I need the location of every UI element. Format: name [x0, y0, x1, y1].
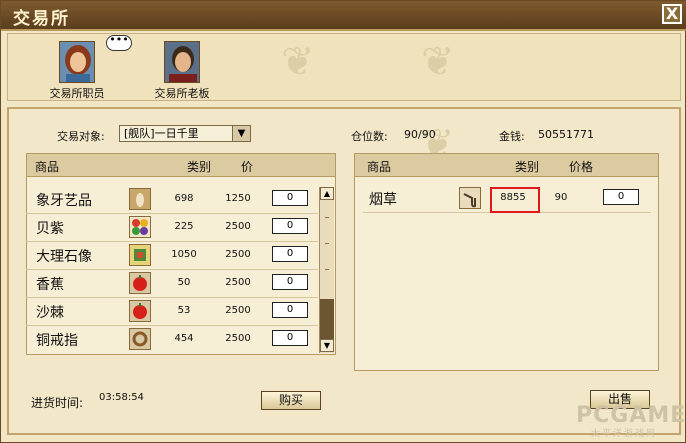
goods-price: 1250: [225, 193, 251, 204]
target-select[interactable]: [舰队]一日千里 ▼: [119, 125, 251, 142]
money-value: 50551771: [538, 128, 594, 141]
goods-type: 1050: [171, 249, 197, 260]
window-title: 交易所: [13, 9, 70, 29]
goods-name: 象牙艺品: [36, 193, 92, 209]
character-clerk[interactable]: 交易所职员: [45, 41, 109, 101]
scroll-notch: [325, 269, 329, 270]
ornament-icon: ❦: [281, 39, 315, 85]
goods-type: 698: [174, 193, 194, 204]
goods-price: 2500: [225, 277, 251, 288]
qty-input[interactable]: 0: [272, 218, 308, 234]
goods-type: 454: [174, 333, 194, 344]
goods-row[interactable]: 贝紫 225 2500 0: [26, 213, 318, 242]
target-value: [舰队]一日千里: [124, 127, 199, 140]
goods-row[interactable]: 铜戒指 454 2500 0: [26, 325, 318, 353]
qty-input[interactable]: 0: [272, 246, 308, 262]
chevron-down-icon[interactable]: ▼: [232, 126, 250, 141]
pipe-icon: [459, 187, 481, 209]
statue-icon: [129, 244, 151, 266]
qty-input[interactable]: 0: [272, 190, 308, 206]
watermark-sub: 太平洋游戏网: [591, 429, 658, 439]
speech-bubble-icon: •••: [106, 34, 132, 51]
market-goods-list: 象牙艺品 698 1250 0 贝紫 225 2500 0 大理石像 1050 …: [26, 185, 318, 353]
title-bar: 交易所 X: [1, 1, 686, 31]
col-name: 商品: [35, 160, 60, 174]
scroll-notch: [325, 243, 329, 244]
market-goods-header: 商品 类别 价: [27, 154, 335, 177]
goods-type: 225: [174, 221, 194, 232]
goods-name: 贝紫: [36, 221, 64, 237]
watermark-logo: PCGAMES: [576, 403, 686, 428]
close-button[interactable]: X: [662, 4, 682, 24]
goods-type: 53: [177, 305, 191, 316]
col-type: 类别: [515, 160, 540, 174]
goods-type: 50: [177, 277, 191, 288]
time-value: 03:58:54: [99, 392, 144, 403]
goods-price: 2500: [225, 249, 251, 260]
scroll-notch: [325, 217, 329, 218]
goods-name: 香蕉: [36, 277, 64, 293]
qty-input[interactable]: 0: [272, 330, 308, 346]
hold-value: 90/90: [404, 128, 436, 141]
cargo-price: 90: [554, 192, 568, 203]
cargo-header: 商品 类别 价格: [355, 154, 658, 177]
clerk-label: 交易所职员: [49, 87, 105, 100]
scroll-down-icon[interactable]: ▼: [320, 339, 334, 352]
goods-row[interactable]: 象牙艺品 698 1250 0: [26, 185, 318, 214]
goods-row[interactable]: 沙棘 53 2500 0: [26, 297, 318, 326]
time-label: 进货时间:: [31, 396, 84, 410]
goods-name: 沙棘: [36, 305, 64, 321]
ring-icon: [129, 328, 151, 350]
cargo-name: 烟草: [369, 192, 397, 208]
fruit-icon: [129, 300, 151, 322]
qty-input[interactable]: 0: [272, 302, 308, 318]
qty-input[interactable]: 0: [603, 189, 639, 205]
ornament-icon: ❦: [421, 39, 455, 85]
goods-price: 2500: [225, 305, 251, 316]
character-boss[interactable]: 交易所老板: [147, 41, 217, 101]
hold-label: 仓位数:: [351, 130, 388, 143]
exchange-window: 交易所 X ❦ ❦ 交易所职员 ••• 交易所老板 ❦ 交易对象: [舰队]一日…: [0, 0, 686, 443]
boss-portrait-icon: [164, 41, 200, 83]
boss-label: 交易所老板: [154, 87, 210, 100]
qty-input[interactable]: 0: [272, 274, 308, 290]
clerk-portrait-icon: [59, 41, 95, 83]
cargo-panel: 商品 类别 价格 烟草 8855 90 0: [354, 153, 659, 371]
target-label: 交易对象:: [57, 130, 105, 143]
scroll-thumb[interactable]: [320, 299, 334, 339]
col-price: 价格: [569, 160, 594, 174]
fruit-icon: [129, 272, 151, 294]
buy-button[interactable]: 购买: [261, 391, 321, 410]
goods-name: 铜戒指: [36, 333, 78, 349]
goods-name: 大理石像: [36, 249, 92, 265]
market-scrollbar[interactable]: ▲ ▼: [319, 187, 334, 353]
goods-price: 2500: [225, 333, 251, 344]
scroll-up-icon[interactable]: ▲: [320, 187, 334, 200]
money-label: 金钱:: [499, 130, 525, 143]
goods-row[interactable]: 香蕉 50 2500 0: [26, 269, 318, 298]
col-price: 价: [241, 160, 254, 174]
col-type: 类别: [187, 160, 212, 174]
goods-row[interactable]: 大理石像 1050 2500 0: [26, 241, 318, 270]
dye-icon: [129, 216, 151, 238]
col-name: 商品: [367, 160, 392, 174]
ivory-icon: [129, 188, 151, 210]
goods-price: 2500: [225, 221, 251, 232]
highlight-box: [490, 187, 540, 213]
